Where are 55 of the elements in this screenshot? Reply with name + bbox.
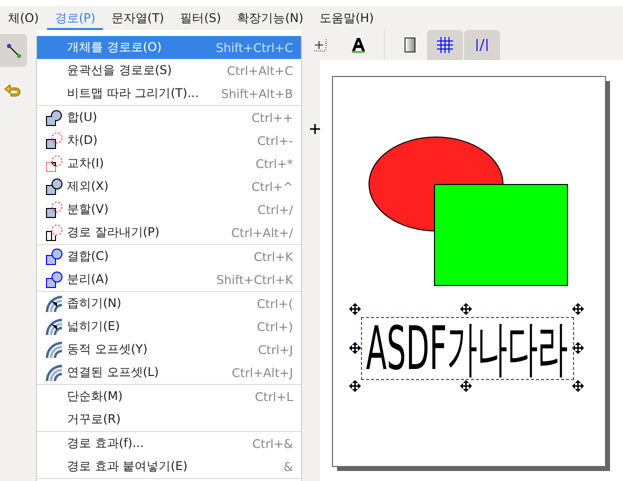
menu-title[interactable]: 확장기능(N): [229, 6, 312, 30]
menu-item[interactable]: 차(D) Ctrl+-: [37, 129, 301, 152]
menu-item[interactable]: 단순화(M) Ctrl+L: [37, 385, 301, 408]
break-apart-icon: [45, 270, 63, 288]
selection-handle[interactable]: [460, 303, 472, 315]
node-icon: [6, 42, 22, 58]
menu-title[interactable]: 필터(S): [172, 6, 230, 30]
menu-item[interactable]: 연결된 오프셋(L) Ctrl+Alt+J: [37, 361, 301, 384]
cut-path-icon: [45, 224, 63, 242]
menu-item[interactable]: 동적 오프셋(Y) Ctrl+J: [37, 338, 301, 361]
grid-toggle[interactable]: [427, 30, 463, 60]
menu-item[interactable]: 분리(A) Shift+Ctrl+K: [37, 268, 301, 291]
menu-item[interactable]: 분할(V) Ctrl+/: [37, 198, 301, 221]
menu-item[interactable]: 거꾸로(R): [37, 408, 301, 431]
selection-handle[interactable]: [349, 380, 361, 392]
menu-item[interactable]: 좁히기(N) Ctrl+(: [37, 292, 301, 315]
selection-handle[interactable]: [349, 303, 361, 315]
plus-icon: [310, 124, 320, 134]
menu-item[interactable]: 경로 효과 붙여넣기(E) &: [37, 455, 301, 478]
selection-handle[interactable]: [460, 380, 472, 392]
difference-icon: [45, 132, 63, 150]
selection-handle[interactable]: [572, 303, 584, 315]
selection-handle[interactable]: [349, 342, 361, 354]
exclusion-icon: [45, 178, 63, 196]
undo-icon: [3, 83, 21, 97]
dynamic-offset-icon: [45, 340, 63, 358]
menu-title[interactable]: 도움말(H): [311, 6, 382, 30]
menu-item[interactable]: 결합(C) Ctrl+K: [37, 245, 301, 268]
guide-icon: [312, 38, 328, 52]
canvas-text: ASDF가나다라: [361, 317, 574, 380]
outset-icon: [45, 318, 63, 336]
menu-item[interactable]: 윤곽선을 경로로(S) Ctrl+Alt+C: [37, 59, 301, 82]
guides-toggle[interactable]: [464, 30, 500, 60]
inset-icon: [45, 294, 63, 312]
selection-handle[interactable]: [572, 380, 584, 392]
menu-title[interactable]: 문자열(T): [103, 6, 172, 30]
selection-handle[interactable]: [572, 342, 584, 354]
union-icon: [45, 108, 63, 126]
menu-item[interactable]: 제외(X) Ctrl+^: [37, 175, 301, 198]
guides-icon: [475, 37, 489, 53]
node-tool-button[interactable]: [0, 34, 27, 67]
linked-offset-icon: [45, 364, 63, 382]
intersection-icon: [45, 154, 63, 172]
menu-item[interactable]: 교차(I) Ctrl+*: [37, 152, 301, 175]
menu-item[interactable]: 합(U) Ctrl++: [37, 106, 301, 129]
menu-item[interactable]: 비트맵 따라 그리기(T)... Shift+Alt+B: [37, 82, 301, 105]
division-icon: [45, 200, 63, 218]
grid-icon: [437, 37, 453, 53]
menu-item[interactable]: 개체를 경로로(O) Shift+Ctrl+C: [37, 36, 301, 59]
menu-item[interactable]: 경로 효과(f)... Ctrl+&: [37, 432, 301, 455]
menu-title[interactable]: 체(O): [0, 6, 47, 30]
menu-item[interactable]: 넓히기(E) Ctrl+): [37, 315, 301, 338]
combine-icon: [45, 248, 63, 266]
page-icon: [404, 37, 416, 53]
menu-item[interactable]: 경로 잘라내기(P) Ctrl+Alt+/: [37, 221, 301, 244]
